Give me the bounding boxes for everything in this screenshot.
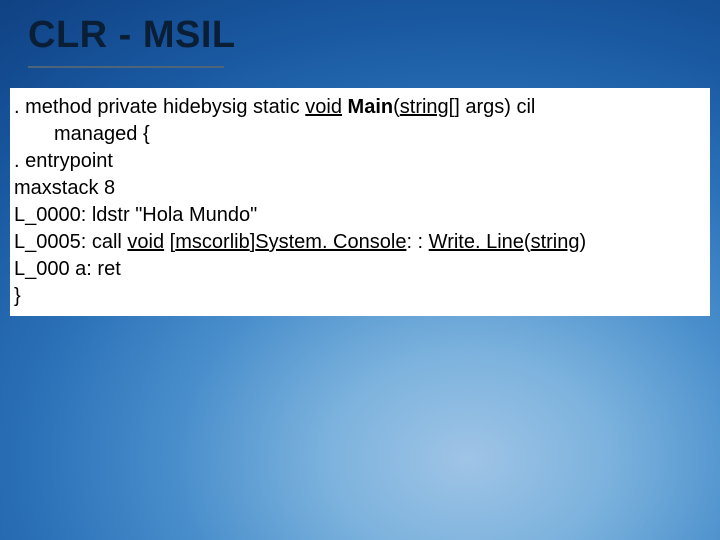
type-string: string bbox=[400, 96, 449, 118]
code-line-1: . method private hidebysig static void M… bbox=[14, 94, 706, 121]
code-text: ( bbox=[524, 231, 531, 253]
code-line-4: maxstack 8 bbox=[14, 175, 706, 202]
keyword-void: void bbox=[127, 231, 164, 253]
code-text: . method private hidebysig static bbox=[14, 96, 305, 118]
code-text: : : bbox=[406, 231, 428, 253]
code-text: args) cil bbox=[460, 96, 536, 118]
code-block: . method private hidebysig static void M… bbox=[10, 88, 710, 316]
code-text: [ bbox=[164, 231, 175, 253]
slide-title: CLR - MSIL bbox=[28, 14, 236, 57]
code-line-7: L_000 a: ret bbox=[14, 256, 706, 283]
code-line-6: L_0005: call void [mscorlib]System. Cons… bbox=[14, 229, 706, 256]
code-line-5: L_0000: ldstr "Hola Mundo" bbox=[14, 202, 706, 229]
code-text: ( bbox=[393, 96, 400, 118]
title-underline bbox=[28, 66, 224, 68]
code-line-8: } bbox=[14, 283, 706, 310]
type-string: string bbox=[531, 231, 580, 253]
code-text: [] bbox=[449, 96, 460, 118]
type-system-console: System. Console bbox=[255, 231, 406, 253]
code-text: ) bbox=[579, 231, 586, 253]
slide: CLR - MSIL . method private hidebysig st… bbox=[0, 0, 720, 540]
method-main: Main bbox=[348, 96, 394, 118]
method-writeline: Write. Line bbox=[429, 231, 524, 253]
assembly-mscorlib: mscorlib bbox=[175, 231, 249, 253]
code-line-2: managed { bbox=[14, 121, 706, 148]
code-text: L_0005: call bbox=[14, 231, 127, 253]
keyword-void: void bbox=[305, 96, 342, 118]
code-line-3: . entrypoint bbox=[14, 148, 706, 175]
